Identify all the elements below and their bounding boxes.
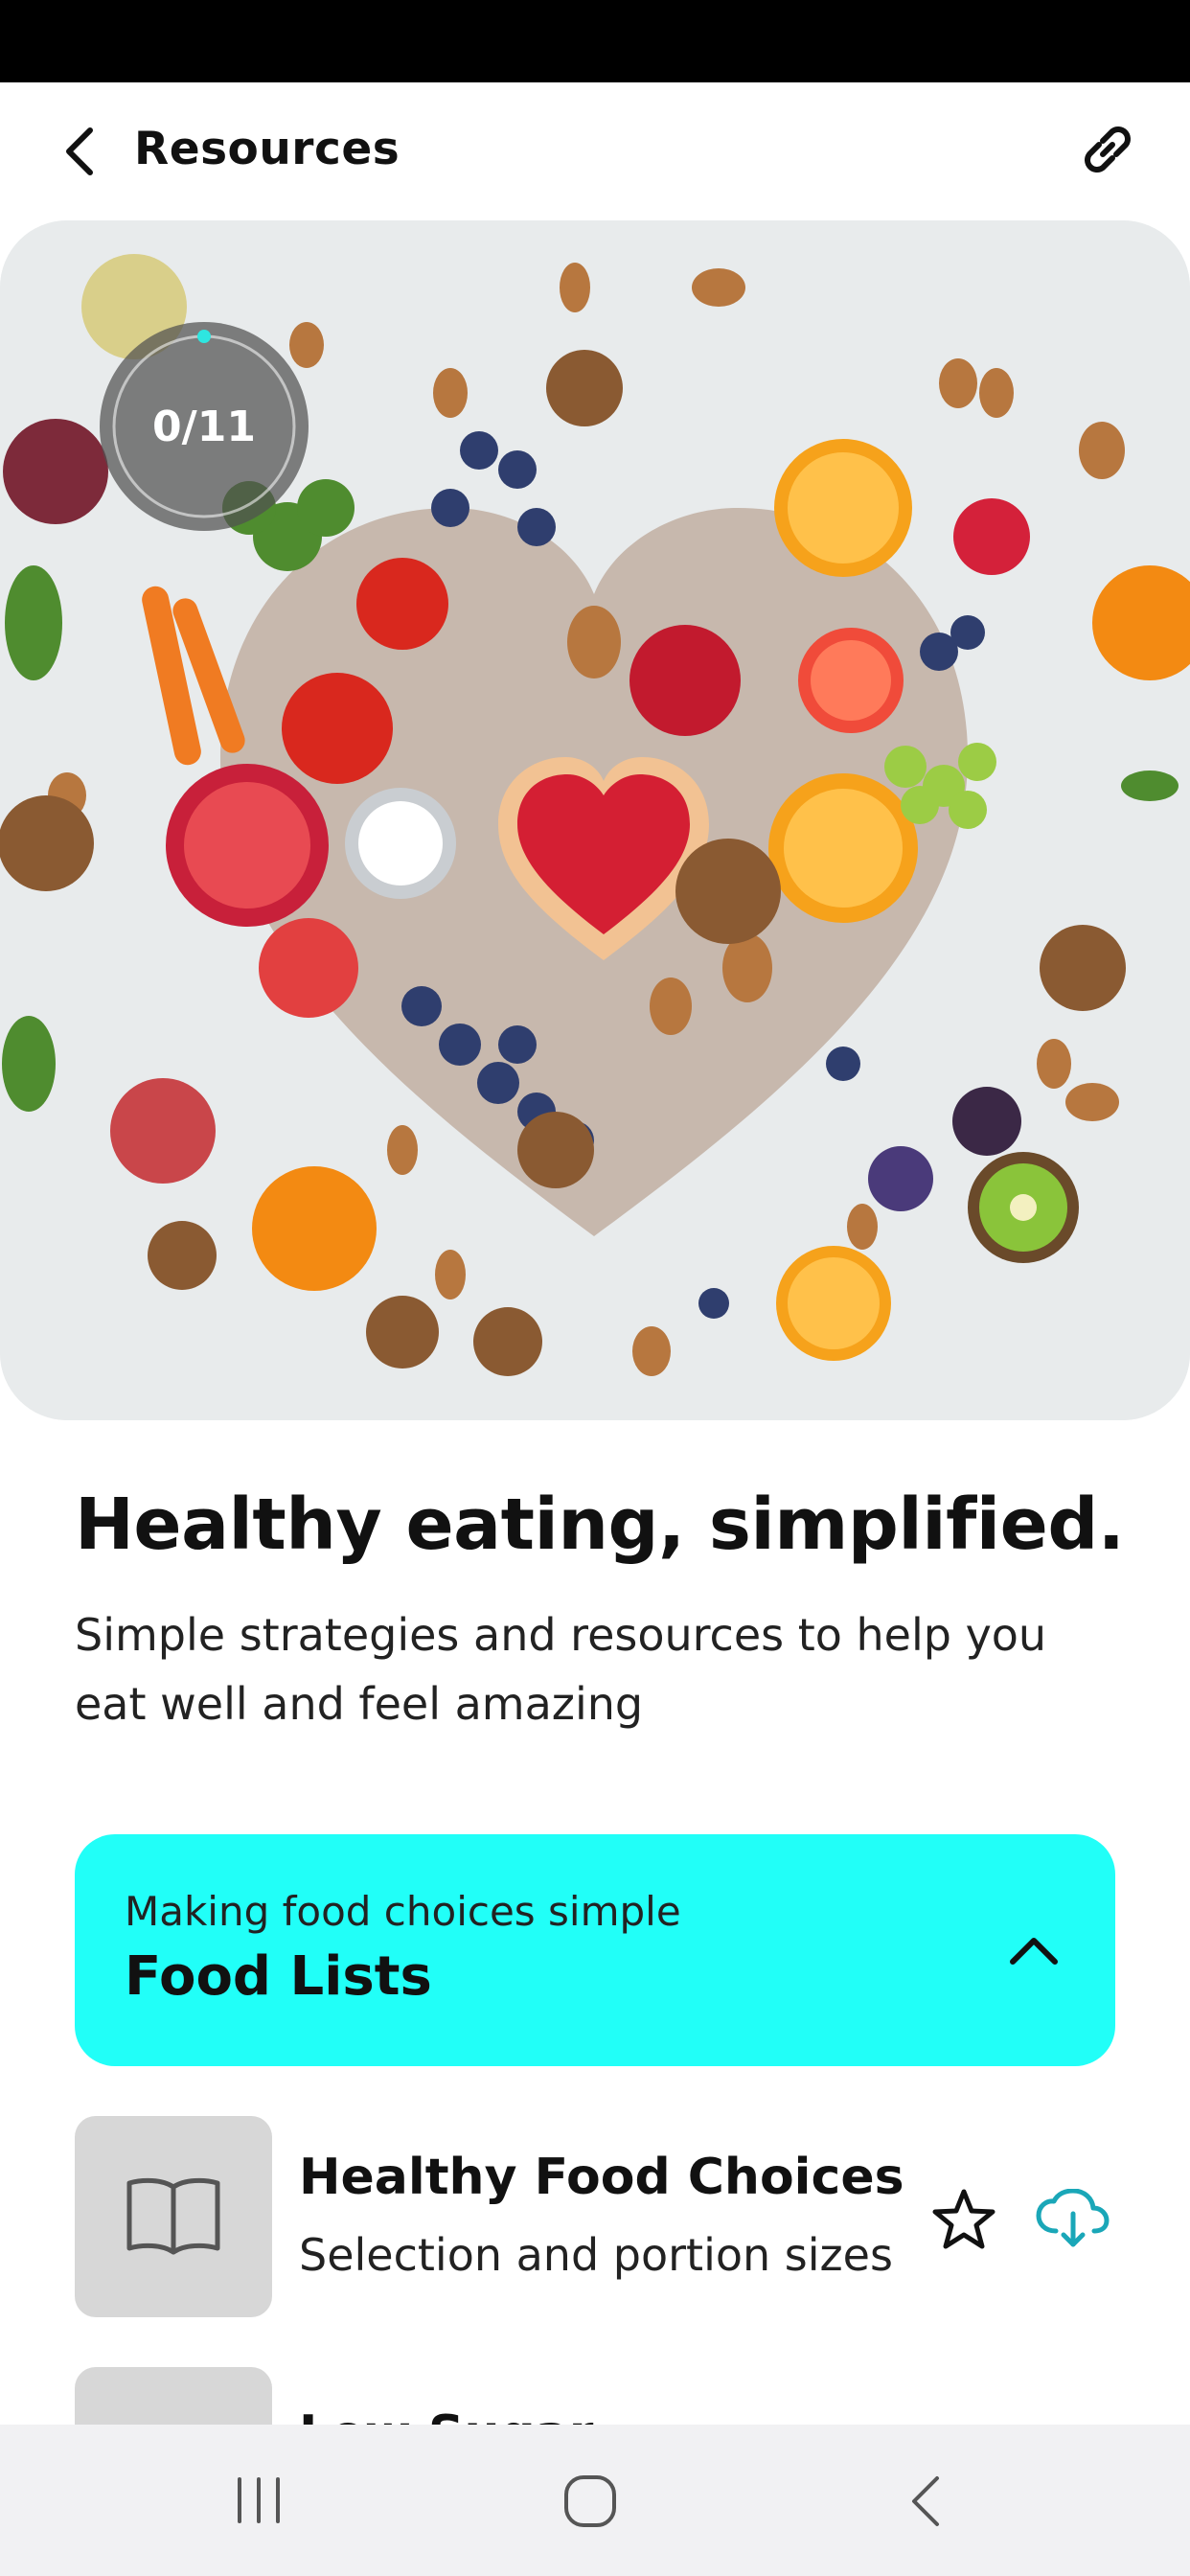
recents-icon [238,2477,280,2523]
list-item[interactable]: Healthy Food Choices Selection and porti… [75,2116,1115,2317]
recents-button[interactable] [220,2467,297,2534]
back-button[interactable] [52,121,109,182]
subtitle: Simple strategies and resources to help … [75,1609,1047,1730]
item-subtitle: Selection and portion sizes [299,2229,893,2281]
headline: Healthy eating, simplified. [75,1484,1125,1566]
share-link-button[interactable] [1069,111,1146,188]
food-lists-accordion[interactable]: Making food choices simple Food Lists [75,1834,1115,2066]
system-navigation-bar [0,2425,1190,2576]
system-back-button[interactable] [887,2463,964,2540]
download-button[interactable] [1033,2183,1111,2256]
list-item[interactable]: Low Sugar [75,2367,1115,2425]
link-icon [1085,126,1131,172]
collapse-toggle[interactable] [1002,1919,1065,1982]
home-icon [564,2475,616,2527]
accordion-subtitle: Making food choices simple [125,1888,681,1935]
chevron-up-icon [1010,1938,1058,1965]
progress-text: 0/11 [152,402,256,451]
item-title: Healthy Food Choices [299,2149,904,2206]
item-title: Low Sugar [299,2405,593,2425]
favorite-button[interactable] [927,2183,1000,2256]
chevron-left-icon [66,127,93,175]
accordion-title: Food Lists [125,1945,432,2008]
progress-indicator: 0/11 [100,322,309,531]
star-icon [932,2189,995,2249]
item-thumbnail [75,2367,272,2425]
back-icon [912,2476,939,2526]
item-thumbnail [75,2116,272,2317]
hero-image: 0/11 [0,220,1190,1420]
top-app-bar: Resources [0,82,1190,220]
cloud-download-icon [1036,2189,1110,2247]
book-icon [126,2177,220,2255]
status-bar [0,0,1190,82]
page-title: Resources [134,123,400,175]
home-button[interactable] [552,2463,629,2540]
